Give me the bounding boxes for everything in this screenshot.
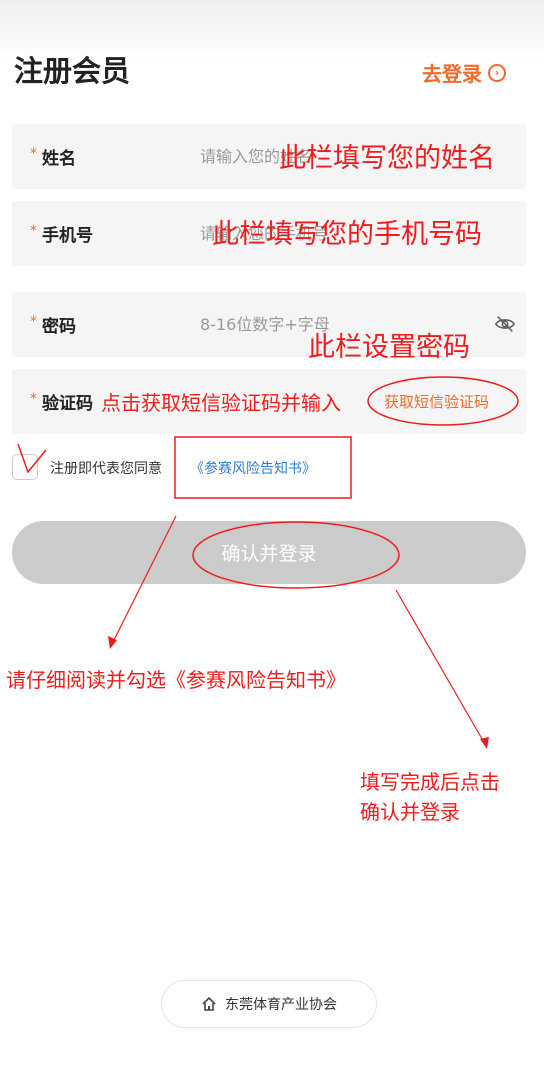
go-login-label: 去登录 [422,62,482,86]
password-label: 密码 [42,317,76,337]
required-mark: * [30,223,37,239]
confirm-arrow-head [480,737,489,749]
agreement-arrow-head [108,636,117,649]
confirm-annotation-line1: 填写完成后点击 [360,770,500,794]
risk-notice-link[interactable]: 《参赛风险告知书》 [190,458,316,478]
get-sms-code-button[interactable]: 获取短信验证码 [384,391,489,412]
go-login-link[interactable]: 去登录 › [422,58,506,87]
required-mark: * [30,391,37,407]
name-annotation: 此栏填写您的姓名 [279,143,495,174]
agreement-annotation: 请仔细阅读并勾选《参赛风险告知书》 [6,668,346,692]
name-label: 姓名 [42,149,76,169]
phone-annotation: 此栏填写您的手机号码 [212,219,482,250]
required-mark: * [30,146,37,162]
confirm-login-button[interactable]: 确认并登录 [12,521,526,584]
required-mark: * [30,314,37,330]
code-annotation: 点击获取短信验证码并输入 [101,391,341,415]
home-icon [202,996,216,1011]
confirm-annotation-line2: 确认并登录 [360,800,460,824]
chevron-right-circle-icon: › [488,63,506,82]
code-label: 验证码 [42,394,93,414]
phone-label: 手机号 [42,226,93,246]
confirm-arrow-line [395,589,486,745]
footer-org-label: 东莞体育产业协会 [225,997,337,1013]
page-title: 注册会员 [14,54,131,88]
password-annotation: 此栏设置密码 [308,332,470,363]
agreement-text: 注册即代表您同意 [50,461,162,477]
eye-off-icon[interactable] [494,313,516,335]
footer-org[interactable]: 东莞体育产业协会 [161,980,377,1028]
agreement-checkbox[interactable] [12,454,38,480]
